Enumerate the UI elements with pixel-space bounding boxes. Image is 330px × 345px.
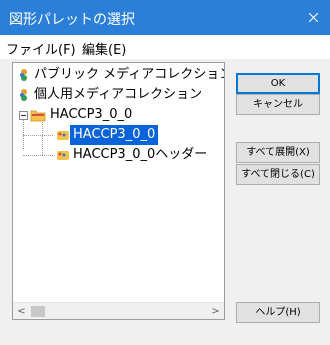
title-bar[interactable]: 図形パレットの選択: [0, 0, 330, 35]
palette-icon: [57, 131, 69, 140]
tree-item-label: 個人用メディアコレクション: [34, 87, 203, 102]
tree-line: [23, 135, 53, 136]
collapse-toggle[interactable]: [19, 111, 28, 120]
tree-item-label: パブリック メディアコレクション: [34, 67, 225, 82]
palette-icon: [57, 151, 69, 160]
collection-icon: [20, 89, 27, 101]
collection-icon: [20, 69, 27, 81]
close-icon: [309, 13, 318, 22]
tree-line: [42, 119, 43, 155]
help-button[interactable]: ヘルプ(H): [236, 302, 320, 323]
collapse-all-button[interactable]: すべて閉じる(C): [236, 164, 320, 185]
ok-button[interactable]: OK: [236, 73, 320, 94]
tree-item-label: HACCP3_0_0ヘッダー: [73, 147, 208, 162]
palette-tree[interactable]: パブリック メディアコレクション 個人用メディアコレクション HACCP3_0_…: [12, 62, 225, 320]
palette-select-dialog: 図形パレットの選択 ファイル(F) 編集(E) パブリック メディアコレクション: [0, 0, 330, 345]
menu-edit[interactable]: 編集(E): [82, 39, 126, 58]
close-button[interactable]: [296, 0, 330, 35]
scroll-right-icon[interactable]: >: [207, 303, 224, 319]
menu-file[interactable]: ファイル(F): [6, 39, 76, 58]
tree-item-label: HACCP3_0_0: [70, 125, 159, 145]
cancel-button[interactable]: キャンセル: [236, 94, 320, 115]
scroll-thumb[interactable]: [31, 306, 45, 317]
tree-line: [23, 155, 53, 156]
tree-line: [23, 119, 24, 149]
expand-all-button[interactable]: すべて展開(X): [236, 142, 320, 163]
tree-item-label: HACCP3_0_0: [50, 107, 133, 122]
folder-icon: [30, 110, 46, 122]
window-title: 図形パレットの選択: [9, 12, 135, 28]
horizontal-scrollbar[interactable]: < >: [13, 302, 224, 319]
menu-bar: ファイル(F) 編集(E): [0, 35, 330, 59]
scroll-left-icon[interactable]: <: [13, 303, 30, 319]
